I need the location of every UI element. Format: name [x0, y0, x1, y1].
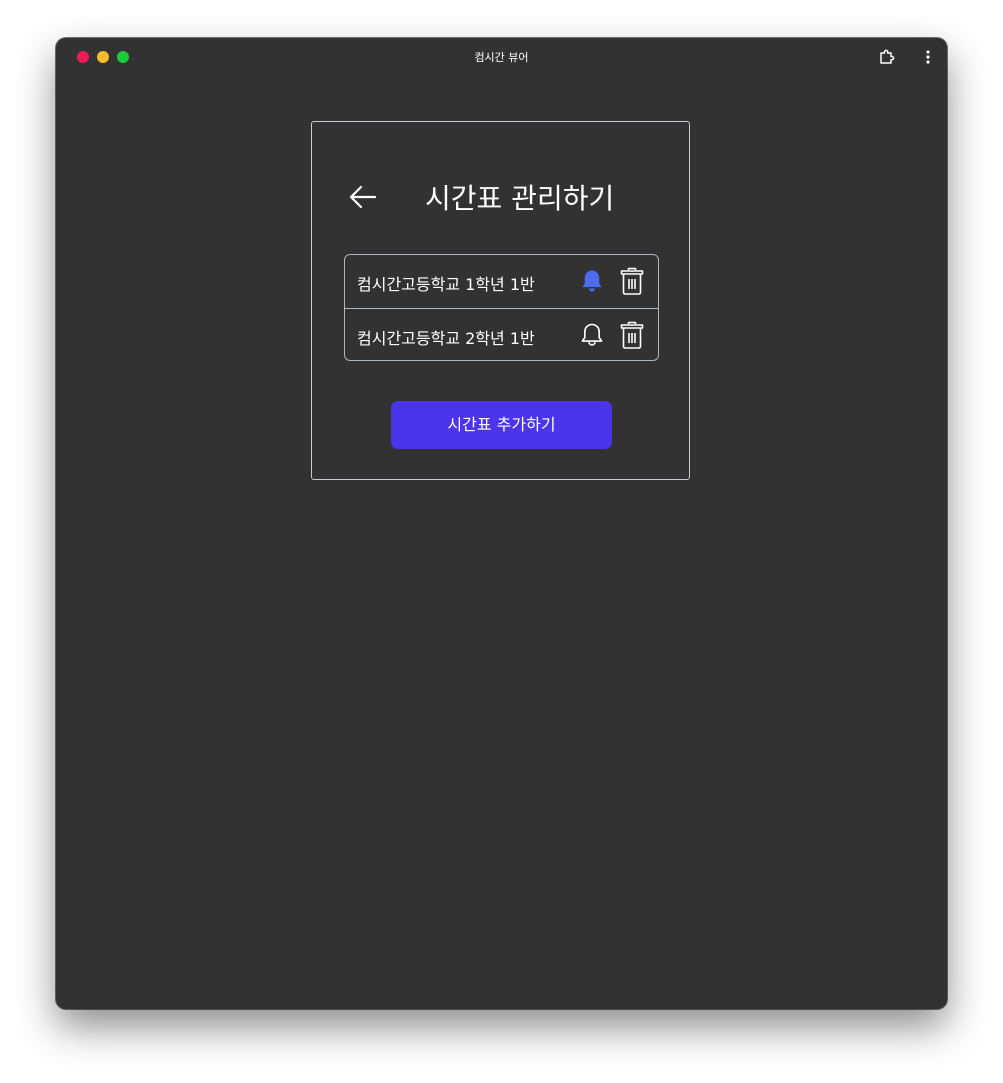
bell-filled-icon[interactable] [578, 267, 606, 295]
timetable-label: 컴시간고등학교 2학년 1반 [357, 329, 535, 348]
more-vertical-icon[interactable] [922, 48, 934, 66]
delete-button[interactable] [619, 320, 645, 350]
timetable-list: 컴시간고등학교 1학년 1반 컴시간고등학교 2학년 1반 [344, 254, 659, 361]
puzzle-icon[interactable] [878, 48, 896, 66]
timetable-label: 컴시간고등학교 1학년 1반 [357, 275, 535, 294]
list-item: 컴시간고등학교 1학년 1반 [345, 255, 658, 308]
list-item: 컴시간고등학교 2학년 1반 [345, 308, 658, 360]
app-window: 컴시간 뷰어 시간표 관리하기 컴시간고등학교 1학년 1반 컴시간고등학교 2… [56, 38, 947, 1009]
add-timetable-button[interactable]: 시간표 추가하기 [391, 401, 612, 449]
delete-button[interactable] [619, 266, 645, 296]
window-title: 컴시간 뷰어 [474, 51, 529, 64]
page-title: 시간표 관리하기 [425, 182, 615, 215]
back-button[interactable] [348, 184, 378, 210]
trash-icon [620, 321, 644, 349]
title-bar: 컴시간 뷰어 [56, 38, 947, 76]
trash-icon [620, 267, 644, 295]
arrow-left-icon [349, 185, 377, 209]
bell-outline-icon[interactable] [578, 321, 606, 349]
timetable-manager-panel: 시간표 관리하기 컴시간고등학교 1학년 1반 컴시간고등학교 2학년 1반 시… [311, 121, 690, 480]
